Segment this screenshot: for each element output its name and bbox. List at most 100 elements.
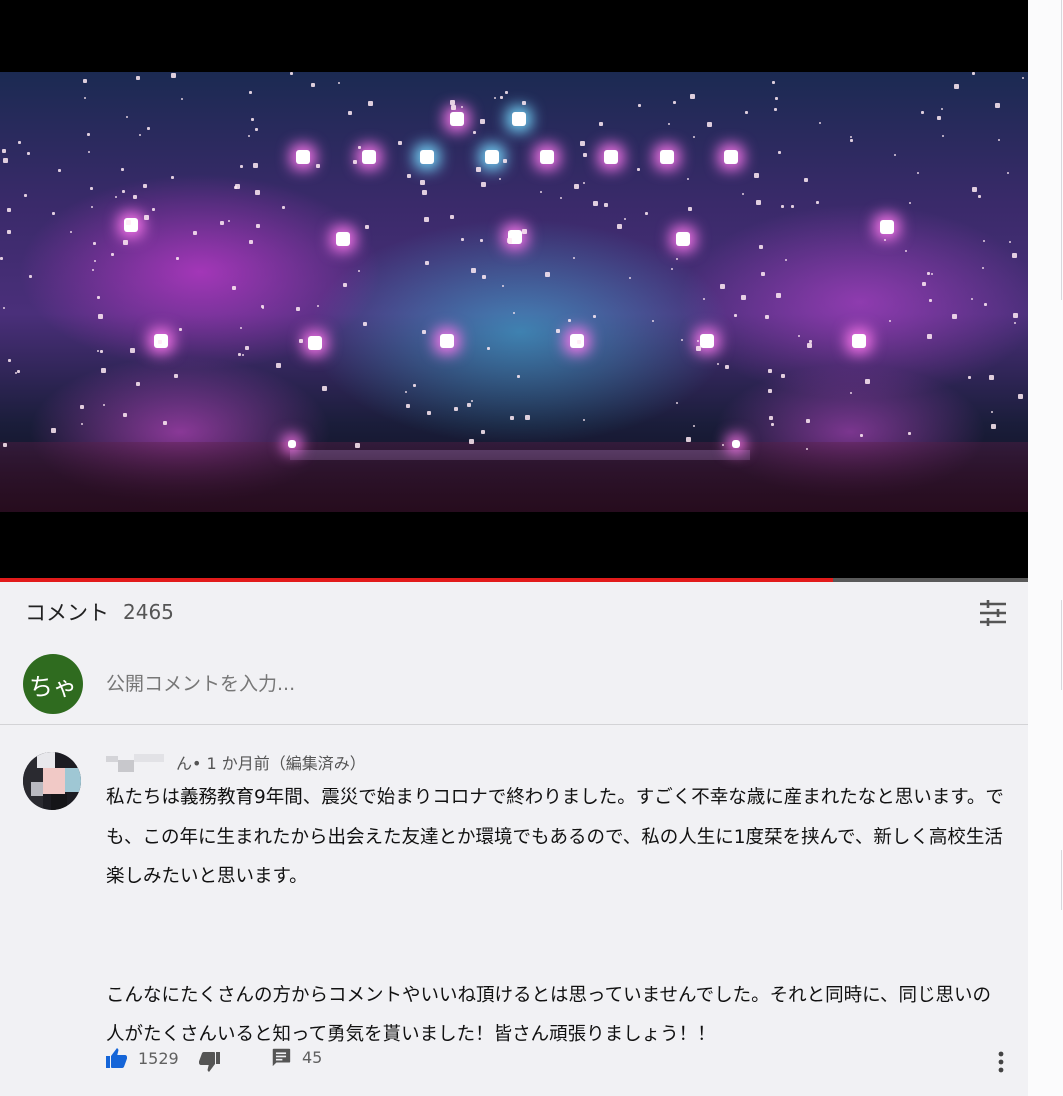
confetti-piece <box>451 105 456 110</box>
confetti-piece <box>984 303 987 306</box>
confetti-piece <box>500 96 503 99</box>
confetti-piece <box>80 405 84 409</box>
confetti-piece <box>316 164 320 168</box>
confetti-piece <box>499 178 501 180</box>
confetti-piece <box>522 229 527 234</box>
confetti-piece <box>791 205 794 208</box>
confetti-piece <box>3 307 5 309</box>
video-progress-bar[interactable] <box>0 578 1028 582</box>
confetti-piece <box>688 207 692 211</box>
confetti-piece <box>171 73 176 78</box>
confetti-piece <box>0 257 3 260</box>
confetti-piece <box>87 133 90 136</box>
confetti-piece <box>909 202 911 204</box>
confetti-piece <box>717 363 719 365</box>
stage-light <box>336 232 350 246</box>
commenter-avatar-pixelated[interactable] <box>23 752 81 810</box>
confetti-piece <box>673 101 676 104</box>
confetti-piece <box>220 221 224 225</box>
confetti-piece <box>97 350 99 352</box>
confetti-piece <box>604 203 608 207</box>
confetti-piece <box>502 285 504 287</box>
comment-body: 私たちは義務教育9年間、震災で始まりコロナで終わりました。すごく不幸な歳に産まれ… <box>106 778 1006 1055</box>
confetti-piece <box>776 293 781 298</box>
confetti-piece <box>163 421 167 425</box>
confetti-piece <box>481 182 486 187</box>
confetti-piece <box>771 423 774 426</box>
confetti-piece <box>136 382 140 386</box>
confetti-piece <box>343 283 347 287</box>
reply-button[interactable]: 45 <box>270 1046 322 1068</box>
confetti-piece <box>508 240 512 244</box>
reply-count: 45 <box>302 1047 323 1067</box>
confetti-piece <box>139 134 141 136</box>
confetti-piece <box>798 335 800 337</box>
confetti-piece <box>725 365 729 369</box>
confetti-piece <box>510 416 514 420</box>
confetti-piece <box>24 194 27 197</box>
confetti-piece <box>115 196 117 198</box>
confetti-piece <box>972 72 975 75</box>
confetti-piece <box>232 286 236 290</box>
confetti-piece <box>97 296 100 299</box>
confetti-piece <box>804 178 808 182</box>
confetti-piece <box>540 191 542 193</box>
confetti-piece <box>1022 77 1024 79</box>
stage-light <box>485 150 499 164</box>
sort-comments-button[interactable] <box>976 598 1010 628</box>
like-count: 1529 <box>138 1048 179 1068</box>
confetti-piece <box>645 212 648 215</box>
confetti-piece <box>637 168 640 171</box>
confetti-piece <box>922 282 926 286</box>
confetti-piece <box>941 108 943 110</box>
confetti-piece <box>676 258 678 260</box>
dislike-button[interactable] <box>198 1046 222 1074</box>
thumbs-up-icon <box>106 1048 127 1068</box>
author-name-pixelated[interactable] <box>106 752 168 772</box>
confetti-piece <box>742 193 744 195</box>
confetti-piece <box>693 425 695 427</box>
audience <box>0 442 1028 512</box>
thumbs-down-icon <box>199 1052 220 1072</box>
comment-author-suffix[interactable]: ん <box>176 750 192 774</box>
comment-thread: ん • 1 か月前（編集済み） 私たちは義務教育9年間、震災で始まりコロナで終わ… <box>0 740 1028 1090</box>
confetti-piece <box>525 415 530 420</box>
confetti-piece <box>17 370 20 373</box>
more-options-button[interactable] <box>990 1048 1012 1076</box>
confetti-piece <box>696 346 701 351</box>
avatar[interactable]: ちゃ <box>23 654 83 714</box>
confetti-piece <box>322 386 327 391</box>
confetti-piece <box>121 168 124 171</box>
confetti-piece <box>83 79 87 83</box>
confetti-piece <box>513 312 515 314</box>
comment-paragraph: 私たちは義務教育9年間、震災で始まりコロナで終わりました。すごく不幸な歳に産まれ… <box>106 787 1004 887</box>
confetti-piece <box>508 231 510 233</box>
confetti-piece <box>255 190 260 195</box>
confetti-piece <box>785 259 787 261</box>
confetti-piece <box>422 330 426 334</box>
confetti-piece <box>991 411 993 413</box>
confetti-piece <box>583 153 587 157</box>
confetti-piece <box>422 190 427 195</box>
public-comment-input[interactable] <box>106 668 986 700</box>
confetti-piece <box>884 239 886 241</box>
confetti-piece <box>517 375 520 378</box>
confetti-piece <box>476 167 481 172</box>
confetti-piece <box>471 400 473 402</box>
confetti-piece <box>152 208 155 211</box>
stage-light <box>450 112 464 126</box>
confetti-piece <box>461 238 464 241</box>
video-frame-concert[interactable] <box>0 72 1028 512</box>
confetti-piece <box>676 402 678 404</box>
confetti-piece <box>126 220 131 225</box>
confetti-piece <box>929 299 932 302</box>
confetti-piece <box>179 328 182 331</box>
confetti-piece <box>1007 172 1009 174</box>
like-button[interactable]: 1529 <box>104 1046 179 1070</box>
confetti-piece <box>51 428 56 433</box>
comment-icon <box>272 1048 291 1067</box>
stage-light <box>440 334 454 348</box>
confetti-piece <box>765 315 769 319</box>
video-player[interactable] <box>0 0 1028 582</box>
confetti-piece <box>296 307 300 311</box>
